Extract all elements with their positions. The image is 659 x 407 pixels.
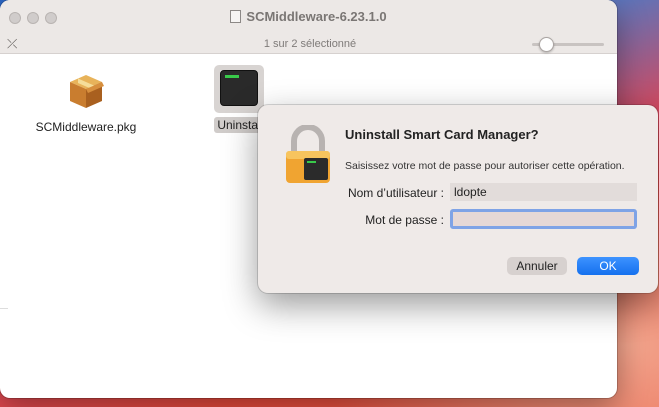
ok-button[interactable]: OK xyxy=(577,257,639,275)
dialog-title: Uninstall Smart Card Manager? xyxy=(345,127,539,142)
username-field[interactable] xyxy=(450,183,637,201)
selection-status: 1 sur 2 sélectionné xyxy=(263,38,357,50)
file-item-pkg[interactable]: SCMiddleware.pkg xyxy=(30,67,142,135)
dialog-message: Saisissez votre mot de passe pour autori… xyxy=(345,160,625,172)
lock-icon xyxy=(286,125,330,183)
window-titlebar: SCMiddleware-6.23.1.0 ⤫ 1 sur 2 sélectio… xyxy=(0,0,617,54)
auth-dialog: Uninstall Smart Card Manager? Saisissez … xyxy=(258,105,658,293)
password-label: Mot de passe : xyxy=(365,213,444,227)
file-name: Uninstal xyxy=(214,117,264,133)
disk-image-icon xyxy=(230,10,242,23)
window-title: SCMiddleware-6.23.1.0 xyxy=(246,9,387,24)
file-name: SCMiddleware.pkg xyxy=(35,120,137,134)
password-field[interactable] xyxy=(450,209,637,229)
cancel-button[interactable]: Annuler xyxy=(507,257,567,275)
terminal-icon xyxy=(220,70,258,106)
window-title-area: SCMiddleware-6.23.1.0 xyxy=(0,9,617,24)
package-icon xyxy=(70,75,104,108)
username-label: Nom d’utilisateur : xyxy=(347,186,444,200)
selection-highlight xyxy=(214,65,264,113)
divider xyxy=(0,308,8,398)
icon-size-slider[interactable] xyxy=(532,37,604,52)
slider-thumb[interactable] xyxy=(539,37,554,52)
